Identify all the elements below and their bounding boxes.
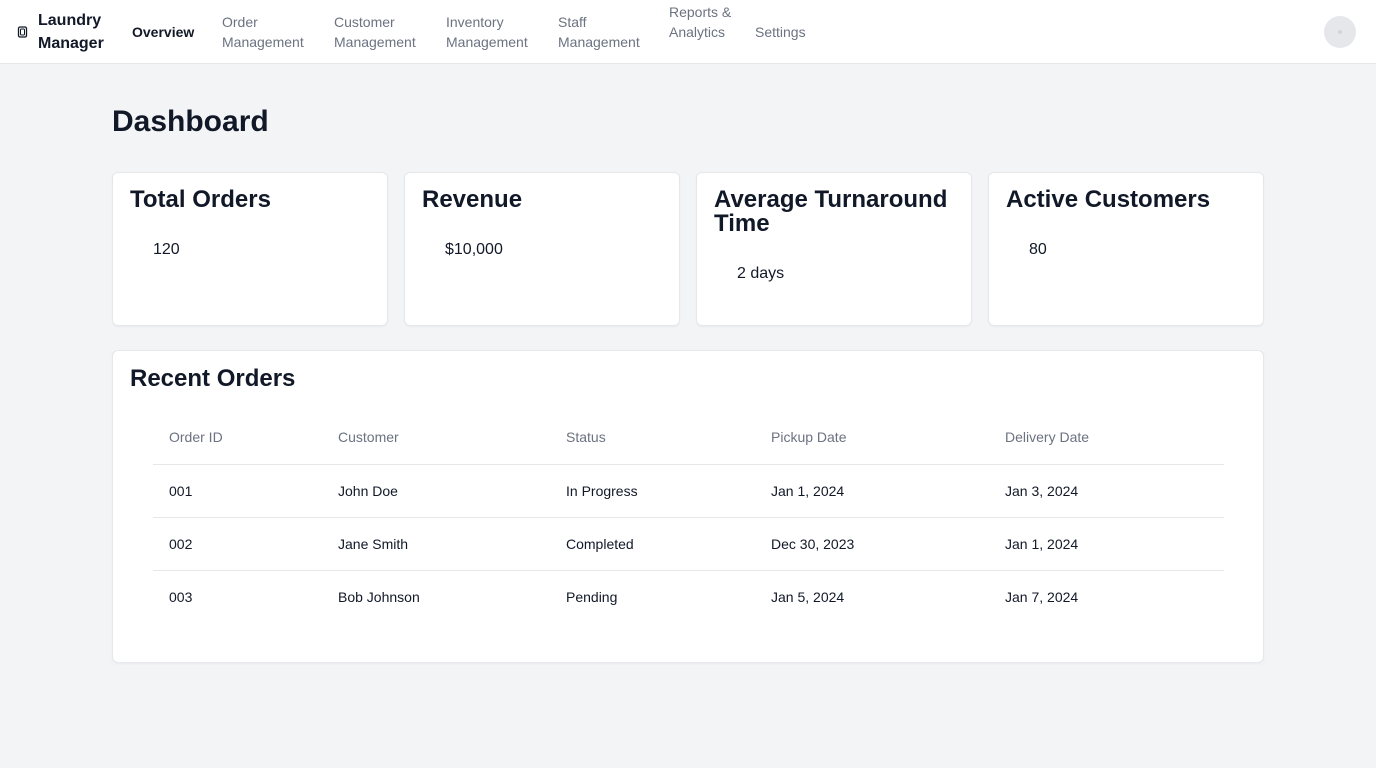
brand-name: Laundry Manager xyxy=(38,12,104,52)
nav-order-management[interactable]: Order Management xyxy=(222,12,314,52)
stat-title: Active Customers xyxy=(1006,186,1211,213)
delivery-date-cell: Jan 7, 2024 xyxy=(1005,588,1079,605)
nav-customer-management[interactable]: Customer Management xyxy=(334,12,426,52)
delivery-date-cell: Jan 3, 2024 xyxy=(989,464,1224,518)
recent-orders-table: Order ID Customer Status Pickup Date Del… xyxy=(153,411,1224,623)
recent-orders-title: Recent Orders xyxy=(130,365,296,392)
column-header-pickup-date[interactable]: Pickup Date xyxy=(755,411,989,465)
nav-overview[interactable]: Overview xyxy=(132,22,194,42)
order-id-cell: 003 xyxy=(169,588,193,605)
stat-value: 2 days xyxy=(737,265,785,282)
stat-card-average-turnaround-time: Average Turnaround Time 2 days xyxy=(696,172,972,326)
order-id-cell: 002 xyxy=(153,517,322,571)
status-cell: Pending xyxy=(566,588,618,605)
column-header-customer[interactable]: Customer xyxy=(322,411,550,465)
table-row[interactable]: 002 Jane Smith Completed Dec 30, 2023 Ja… xyxy=(153,517,1224,571)
brand[interactable]: Laundry Manager xyxy=(16,9,110,55)
laundry-basket-icon xyxy=(16,25,30,39)
stat-title: Revenue xyxy=(422,186,523,213)
avatar-placeholder xyxy=(1338,30,1342,34)
recent-orders-card: Recent Orders Order ID Customer Status P… xyxy=(112,350,1264,663)
stat-card-revenue: Revenue $10,000 xyxy=(404,172,680,326)
pickup-date-cell: Jan 1, 2024 xyxy=(755,464,989,518)
stat-card-active-customers: Active Customers 80 xyxy=(988,172,1264,326)
stat-value: 80 xyxy=(1029,241,1047,258)
customer-cell: Jane Smith xyxy=(322,517,550,571)
pickup-date-cell: Jan 5, 2024 xyxy=(771,588,845,605)
customer-cell: John Doe xyxy=(322,464,550,518)
table-row[interactable]: 001 John Doe In Progress Jan 1, 2024 Jan… xyxy=(153,464,1224,518)
status-cell: Completed xyxy=(550,517,755,571)
stat-card-total-orders: Total Orders 120 xyxy=(112,172,388,326)
column-header-order-id[interactable]: Order ID xyxy=(153,411,322,465)
pickup-date-cell: Dec 30, 2023 xyxy=(755,517,989,571)
user-avatar-icon[interactable] xyxy=(1324,16,1356,48)
nav-reports-analytics[interactable]: Reports & Analytics xyxy=(669,2,733,42)
order-id-cell: 001 xyxy=(153,464,322,518)
status-cell: In Progress xyxy=(550,464,755,518)
stat-title: Total Orders xyxy=(130,186,271,213)
table-header-row: Order ID Customer Status Pickup Date Del… xyxy=(153,411,1224,465)
nav-settings[interactable]: Settings xyxy=(755,22,806,42)
nav-inventory-management[interactable]: Inventory Management xyxy=(446,12,538,52)
page-title: Dashboard xyxy=(112,105,269,138)
table-row[interactable]: 003 Bob Johnson Pending Jan 5, 2024 Jan … xyxy=(153,570,1224,623)
customer-cell: Bob Johnson xyxy=(338,588,420,605)
stat-value: 120 xyxy=(153,241,180,258)
stat-value: $10,000 xyxy=(445,241,503,258)
delivery-date-cell: Jan 1, 2024 xyxy=(989,517,1224,571)
column-header-delivery-date[interactable]: Delivery Date xyxy=(989,411,1224,465)
nav-staff-management[interactable]: Staff Management xyxy=(558,12,650,52)
stat-title: Average Turnaround Time xyxy=(714,186,948,237)
top-navigation-bar: Laundry Manager Overview Order Managemen… xyxy=(0,0,1376,64)
column-header-status[interactable]: Status xyxy=(550,411,755,465)
